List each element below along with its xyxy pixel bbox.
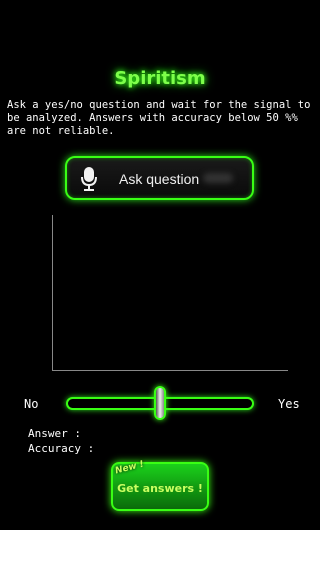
yes-label: Yes bbox=[278, 397, 300, 411]
new-badge: New ! bbox=[114, 459, 145, 477]
get-answers-label: Get answers ! bbox=[117, 482, 203, 495]
answer-slider-thumb[interactable] bbox=[154, 386, 166, 420]
microphone-icon bbox=[79, 166, 99, 196]
ask-question-button[interactable]: Ask question bbox=[65, 156, 254, 200]
answer-label: Answer : bbox=[28, 427, 81, 440]
ask-question-label: Ask question bbox=[119, 171, 200, 187]
accuracy-label: Accuracy : bbox=[28, 442, 95, 455]
blurred-glyph bbox=[203, 173, 233, 183]
no-label: No bbox=[24, 397, 39, 411]
instructions-text: Ask a yes/no question and wait for the s… bbox=[7, 99, 311, 137]
app-title: Spiritism bbox=[114, 68, 206, 89]
app-screen: Spiritism Ask a yes/no question and wait… bbox=[0, 0, 320, 530]
results-panel: Answer : Accuracy : bbox=[28, 426, 94, 456]
signal-graph bbox=[52, 215, 288, 371]
answer-slider-row: No Yes bbox=[0, 386, 320, 420]
get-answers-button[interactable]: New ! Get answers ! bbox=[111, 459, 209, 511]
